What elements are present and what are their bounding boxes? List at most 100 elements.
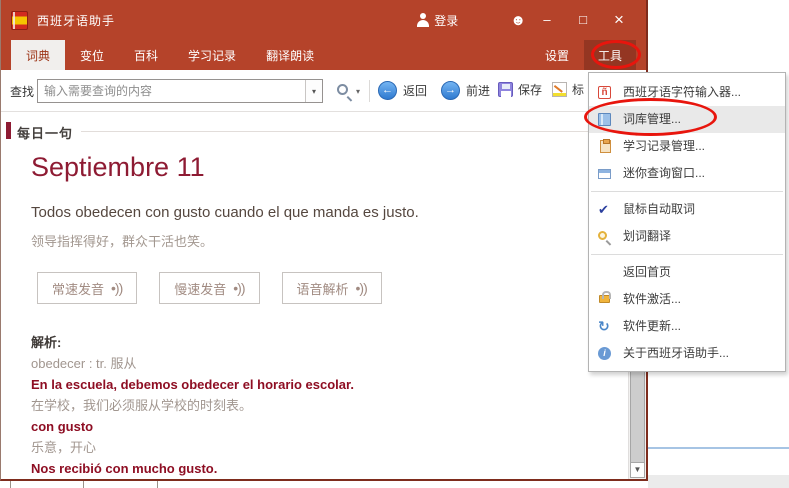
magnifier-icon: [598, 231, 607, 240]
menu-item-update[interactable]: ↻ 软件更新...: [589, 313, 785, 340]
menu-item-label: 鼠标自动取词: [623, 202, 696, 216]
menu-separator: [591, 191, 783, 192]
speech-analysis-button[interactable]: 语音解析 •)): [281, 272, 382, 304]
find-label: 查找: [10, 85, 35, 99]
section-divider: [81, 131, 619, 132]
enye-icon: ñ: [598, 86, 611, 99]
user-icon: [416, 13, 430, 27]
date-heading: Septiembre 11: [31, 152, 205, 182]
menu-item-label: 软件更新...: [623, 319, 682, 333]
feedback-smiley-icon[interactable]: ☻: [510, 13, 526, 28]
menu-item-label: 词库管理...: [623, 112, 682, 126]
toolbar: 查找 ▾ ▾ ← 返回 → 前进 保存 标: [1, 70, 646, 112]
login-button[interactable]: 登录: [416, 12, 458, 29]
content-area: 每日一句 Septiembre 11 Todos obedecen con gu…: [1, 112, 646, 479]
lock-icon: [599, 291, 611, 303]
search-history-dropdown[interactable]: ▾: [305, 80, 322, 102]
highlighter-icon: [552, 82, 567, 97]
back-icon: ←: [378, 81, 397, 100]
menu-item-study-record-manager[interactable]: 学习记录管理...: [589, 133, 785, 160]
menu-item-selection-translate[interactable]: 划词翻译: [589, 223, 785, 250]
menu-item-about[interactable]: i 关于西班牙语助手...: [589, 340, 785, 367]
menu-item-label: 软件激活...: [623, 292, 682, 306]
toolbar-separator: [369, 80, 370, 102]
sound-icon: •)): [233, 280, 245, 296]
save-label: 保存: [518, 83, 543, 97]
scrollbar-down-button[interactable]: ▼: [630, 462, 645, 478]
analysis-line: obedecer : tr. 服从: [31, 356, 137, 371]
tab-conjugation[interactable]: 变位: [65, 40, 119, 70]
maximize-button[interactable]: □: [568, 0, 598, 40]
search-icon[interactable]: [337, 84, 348, 95]
analysis-line: Nos recibió con mucho gusto.: [31, 461, 218, 476]
slow-speed-pronounce-button[interactable]: 慢速发音 •)): [159, 272, 260, 304]
menu-item-dictionary-manager[interactable]: 词库管理...: [589, 106, 785, 133]
analysis-line: 乐意，开心: [31, 440, 97, 455]
slow-speed-label: 慢速发音: [174, 281, 227, 297]
tab-study-record[interactable]: 学习记录: [173, 40, 251, 70]
menu-item-label: 迷你查询窗口...: [623, 166, 706, 180]
analysis-title: 解析:: [31, 335, 62, 350]
menu-item-label: 关于西班牙语助手...: [623, 346, 730, 360]
statusbar-divider: [83, 481, 84, 488]
sound-icon: •)): [111, 280, 123, 296]
forward-button[interactable]: → 前进: [441, 81, 490, 100]
statusbar-divider: [10, 481, 11, 488]
back-button[interactable]: ← 返回: [378, 81, 427, 100]
refresh-icon: ↻: [598, 318, 610, 334]
statusbar-divider: [157, 481, 158, 488]
speech-analysis-label: 语音解析: [296, 281, 349, 297]
annotate-button[interactable]: 标: [552, 81, 584, 98]
daily-sentence-title: 每日一句: [17, 126, 74, 141]
menu-item-char-input[interactable]: ñ 西班牙语字符输入器...: [589, 79, 785, 106]
mini-window-icon: [598, 169, 611, 179]
menu-item-mini-window[interactable]: 迷你查询窗口...: [589, 160, 785, 187]
menu-item-label: 划词翻译: [623, 229, 672, 243]
search-input[interactable]: [38, 80, 305, 102]
info-icon: i: [598, 347, 611, 360]
tools-button[interactable]: 工具: [583, 40, 636, 70]
scrollbar-thumb[interactable]: [630, 370, 645, 463]
menu-item-label: 返回首页: [623, 265, 672, 279]
forward-label: 前进: [466, 84, 491, 98]
analysis-block: 解析: obedecer : tr. 服从 En la escuela, deb…: [31, 332, 354, 479]
menu-item-label: 学习记录管理...: [623, 139, 706, 153]
tab-encyclopedia[interactable]: 百科: [119, 40, 173, 70]
menu-item-home[interactable]: 返回首页: [589, 259, 785, 286]
settings-button[interactable]: 设置: [530, 40, 584, 70]
analysis-line: con gusto: [31, 419, 94, 434]
tab-translate-read[interactable]: 翻译朗读: [251, 40, 329, 70]
menu-separator: [591, 254, 783, 255]
analysis-line: 在学校，我们必须服从学校的时刻表。: [31, 398, 253, 413]
desktop: 西班牙语助手 登录 ☻ – □ × 词典 变位 百科 学习记录 翻译朗读 设置 …: [0, 0, 789, 488]
background-gray-area: [648, 475, 789, 488]
sound-icon: •)): [355, 280, 368, 296]
section-accent-bar: [6, 122, 11, 139]
tabbar: 词典 变位 百科 学习记录 翻译朗读 设置 工具: [1, 40, 646, 70]
window-title: 西班牙语助手: [37, 13, 116, 28]
normal-speed-label: 常速发音: [52, 281, 105, 297]
app-window: 西班牙语助手 登录 ☻ – □ × 词典 变位 百科 学习记录 翻译朗读 设置 …: [0, 0, 648, 481]
background-window-edge: [645, 447, 789, 449]
annotate-label: 标: [572, 83, 585, 97]
menu-item-label: 西班牙语字符输入器...: [623, 85, 742, 99]
forward-icon: →: [441, 81, 460, 100]
clipboard-icon: [600, 139, 611, 153]
menu-item-mouse-capture[interactable]: ✔ 鼠标自动取词: [589, 196, 785, 223]
save-button[interactable]: 保存: [498, 81, 542, 98]
check-icon: ✔: [598, 202, 609, 217]
minimize-button[interactable]: –: [532, 0, 562, 40]
save-icon: [498, 82, 513, 97]
normal-speed-pronounce-button[interactable]: 常速发音 •)): [37, 272, 138, 304]
menu-item-activate[interactable]: 软件激活...: [589, 286, 785, 313]
search-box: ▾: [37, 79, 323, 103]
login-label: 登录: [434, 13, 459, 28]
search-options-caret-icon[interactable]: ▾: [356, 87, 360, 96]
tools-menu: ñ 西班牙语字符输入器... 词库管理... 学习记录管理... 迷你查询窗口.…: [588, 72, 786, 372]
analysis-line: En la escuela, debemos obedecer el horar…: [31, 377, 354, 392]
dictionary-book-icon: [598, 113, 611, 126]
close-button[interactable]: ×: [604, 0, 634, 40]
back-label: 返回: [403, 84, 428, 98]
titlebar: 西班牙语助手 登录 ☻ – □ ×: [1, 0, 646, 40]
tab-dictionary[interactable]: 词典: [11, 40, 66, 70]
